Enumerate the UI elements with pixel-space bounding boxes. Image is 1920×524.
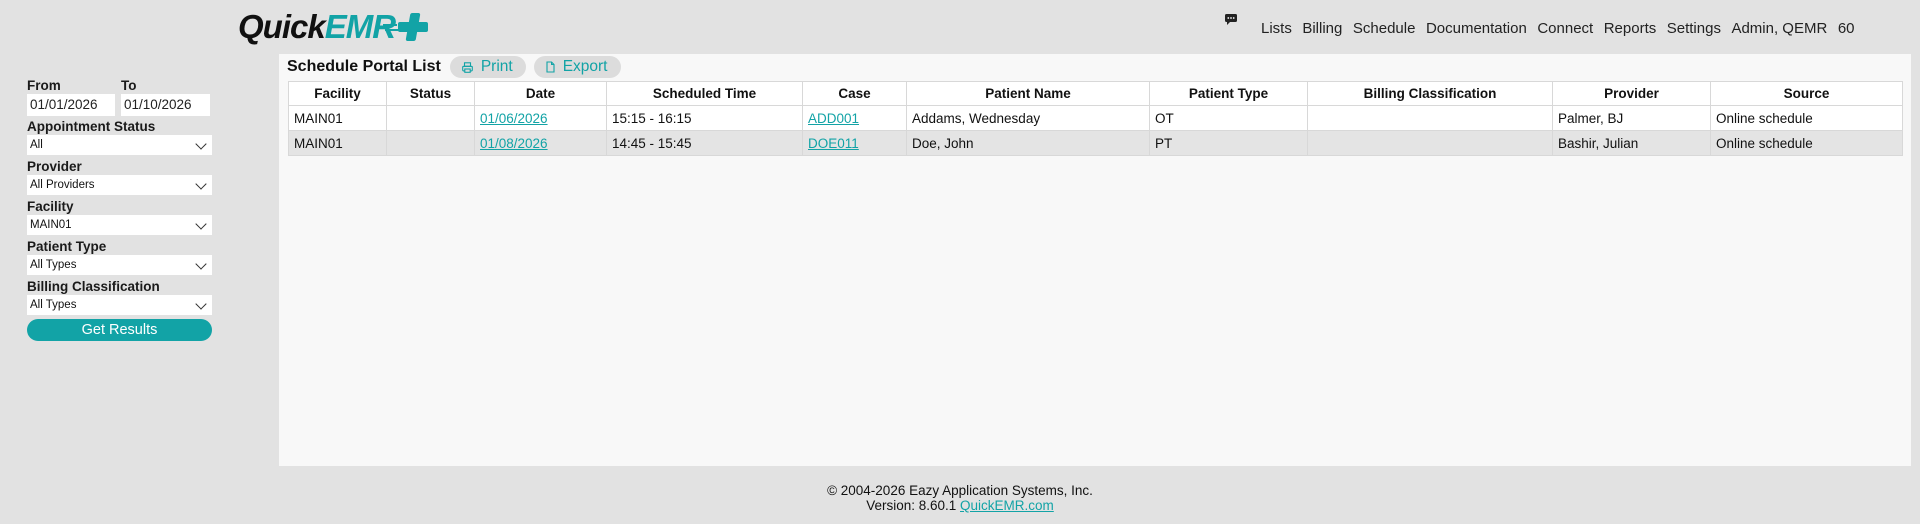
- table-header-row: Facility Status Date Scheduled Time Case…: [288, 81, 1903, 106]
- cell-case: ADD001: [802, 105, 907, 131]
- patient-type-label: Patient Type: [27, 239, 107, 254]
- speech-bubble-icon[interactable]: [1224, 13, 1238, 27]
- from-date-input[interactable]: 01/01/2026: [27, 94, 115, 116]
- version-text: Version: 8.60.1: [866, 498, 957, 513]
- copyright-text: © 2004-2026 Eazy Application Systems, In…: [827, 483, 1093, 498]
- cell-facility: MAIN01: [288, 105, 387, 131]
- printer-icon: [461, 61, 473, 73]
- chevron-down-icon: [195, 298, 207, 310]
- date-link[interactable]: 01/06/2026: [480, 111, 548, 126]
- cell-provider: Bashir, Julian: [1552, 130, 1711, 156]
- facility-label: Facility: [27, 199, 74, 214]
- col-header-status[interactable]: Status: [386, 81, 475, 106]
- nav-connect[interactable]: Connect: [1537, 20, 1593, 37]
- provider-label: Provider: [27, 159, 82, 174]
- patient-type-select[interactable]: All Types: [27, 255, 212, 275]
- col-header-scheduled-time[interactable]: Scheduled Time: [606, 81, 803, 106]
- cell-date: 01/08/2026: [474, 130, 607, 156]
- print-label: Print: [480, 58, 513, 75]
- chevron-down-icon: [195, 138, 207, 150]
- appointment-status-select[interactable]: All: [27, 135, 212, 155]
- provider-value: All Providers: [30, 179, 95, 191]
- table-row[interactable]: MAIN01 01/08/2026 14:45 - 15:45 DOE011 D…: [288, 130, 1903, 156]
- col-header-provider[interactable]: Provider: [1552, 81, 1711, 106]
- cell-patient-type: OT: [1149, 105, 1308, 131]
- logo-plus-icon: [383, 11, 429, 43]
- filter-sidebar: From 01/01/2026 To 01/10/2026 Appointmen…: [27, 78, 212, 341]
- get-results-button[interactable]: Get Results: [27, 319, 212, 341]
- billing-classification-label: Billing Classification: [27, 279, 160, 294]
- main-nav: Lists Billing Schedule Documentation Con…: [1261, 20, 1865, 37]
- export-label: Export: [562, 58, 608, 75]
- col-header-patient-type[interactable]: Patient Type: [1149, 81, 1308, 106]
- main-panel: Schedule Portal List Print Export Facili…: [279, 54, 1911, 466]
- to-label: To: [121, 78, 137, 93]
- nav-lists[interactable]: Lists: [1261, 20, 1292, 37]
- cell-source: Online schedule: [1710, 105, 1903, 131]
- schedule-table: Facility Status Date Scheduled Time Case…: [288, 81, 1903, 156]
- title-bar: Schedule Portal List Print Export: [287, 56, 629, 78]
- from-label: From: [27, 78, 61, 93]
- page-footer: © 2004-2026 Eazy Application Systems, In…: [0, 483, 1920, 513]
- cell-status: [386, 130, 475, 156]
- nav-settings[interactable]: Settings: [1667, 20, 1721, 37]
- cell-scheduled-time: 15:15 - 16:15: [606, 105, 803, 131]
- top-header: Quick EMR Lists Billing Schedule Document…: [0, 0, 1920, 54]
- logo-quick-text: Quick: [238, 8, 326, 45]
- cell-facility: MAIN01: [288, 130, 387, 156]
- provider-select[interactable]: All Providers: [27, 175, 212, 195]
- chevron-down-icon: [195, 218, 207, 230]
- from-group: From 01/01/2026: [27, 78, 115, 116]
- cell-billing-classification: [1307, 105, 1553, 131]
- case-link[interactable]: DOE011: [808, 136, 859, 151]
- facility-value: MAIN01: [30, 219, 72, 231]
- to-group: To 01/10/2026: [121, 78, 210, 116]
- cell-scheduled-time: 14:45 - 15:45: [606, 130, 803, 156]
- appointment-status-label: Appointment Status: [27, 119, 156, 134]
- cell-patient-name: Addams, Wednesday: [906, 105, 1150, 131]
- version-line: Version: 8.60.1 QuickEMR.com: [0, 498, 1920, 513]
- cell-date: 01/06/2026: [474, 105, 607, 131]
- nav-documentation[interactable]: Documentation: [1426, 20, 1527, 37]
- col-header-billing-classification[interactable]: Billing Classification: [1307, 81, 1553, 106]
- case-link[interactable]: ADD001: [808, 111, 859, 126]
- to-date-input[interactable]: 01/10/2026: [121, 94, 210, 116]
- cell-billing-classification: [1307, 130, 1553, 156]
- page-title: Schedule Portal List: [287, 58, 441, 75]
- cell-source: Online schedule: [1710, 130, 1903, 156]
- print-button[interactable]: Print: [449, 56, 526, 78]
- quickemr-logo[interactable]: Quick EMR: [238, 8, 429, 46]
- nav-counter[interactable]: 60: [1838, 20, 1855, 37]
- cell-status: [386, 105, 475, 131]
- col-header-date[interactable]: Date: [474, 81, 607, 106]
- file-export-icon: [546, 61, 555, 73]
- cell-patient-name: Doe, John: [906, 130, 1150, 156]
- patient-type-value: All Types: [30, 259, 77, 271]
- nav-schedule[interactable]: Schedule: [1353, 20, 1416, 37]
- col-header-case[interactable]: Case: [802, 81, 907, 106]
- appointment-status-value: All: [30, 139, 43, 151]
- cell-provider: Palmer, BJ: [1552, 105, 1711, 131]
- cell-patient-type: PT: [1149, 130, 1308, 156]
- chevron-down-icon: [195, 258, 207, 270]
- billing-classification-value: All Types: [30, 299, 77, 311]
- col-header-source[interactable]: Source: [1710, 81, 1903, 106]
- col-header-patient-name[interactable]: Patient Name: [906, 81, 1150, 106]
- nav-reports[interactable]: Reports: [1604, 20, 1657, 37]
- col-header-facility[interactable]: Facility: [288, 81, 387, 106]
- nav-user-menu[interactable]: Admin, QEMR: [1731, 20, 1827, 37]
- logo-emr-text: EMR: [324, 8, 396, 45]
- date-range: From 01/01/2026 To 01/10/2026: [27, 78, 212, 116]
- table-row[interactable]: MAIN01 01/06/2026 15:15 - 16:15 ADD001 A…: [288, 105, 1903, 131]
- chevron-down-icon: [195, 178, 207, 190]
- date-link[interactable]: 01/08/2026: [480, 136, 548, 151]
- quickemr-link[interactable]: QuickEMR.com: [960, 498, 1054, 513]
- cell-case: DOE011: [802, 130, 907, 156]
- nav-billing[interactable]: Billing: [1302, 20, 1342, 37]
- export-button[interactable]: Export: [533, 56, 621, 78]
- facility-select[interactable]: MAIN01: [27, 215, 212, 235]
- billing-classification-select[interactable]: All Types: [27, 295, 212, 315]
